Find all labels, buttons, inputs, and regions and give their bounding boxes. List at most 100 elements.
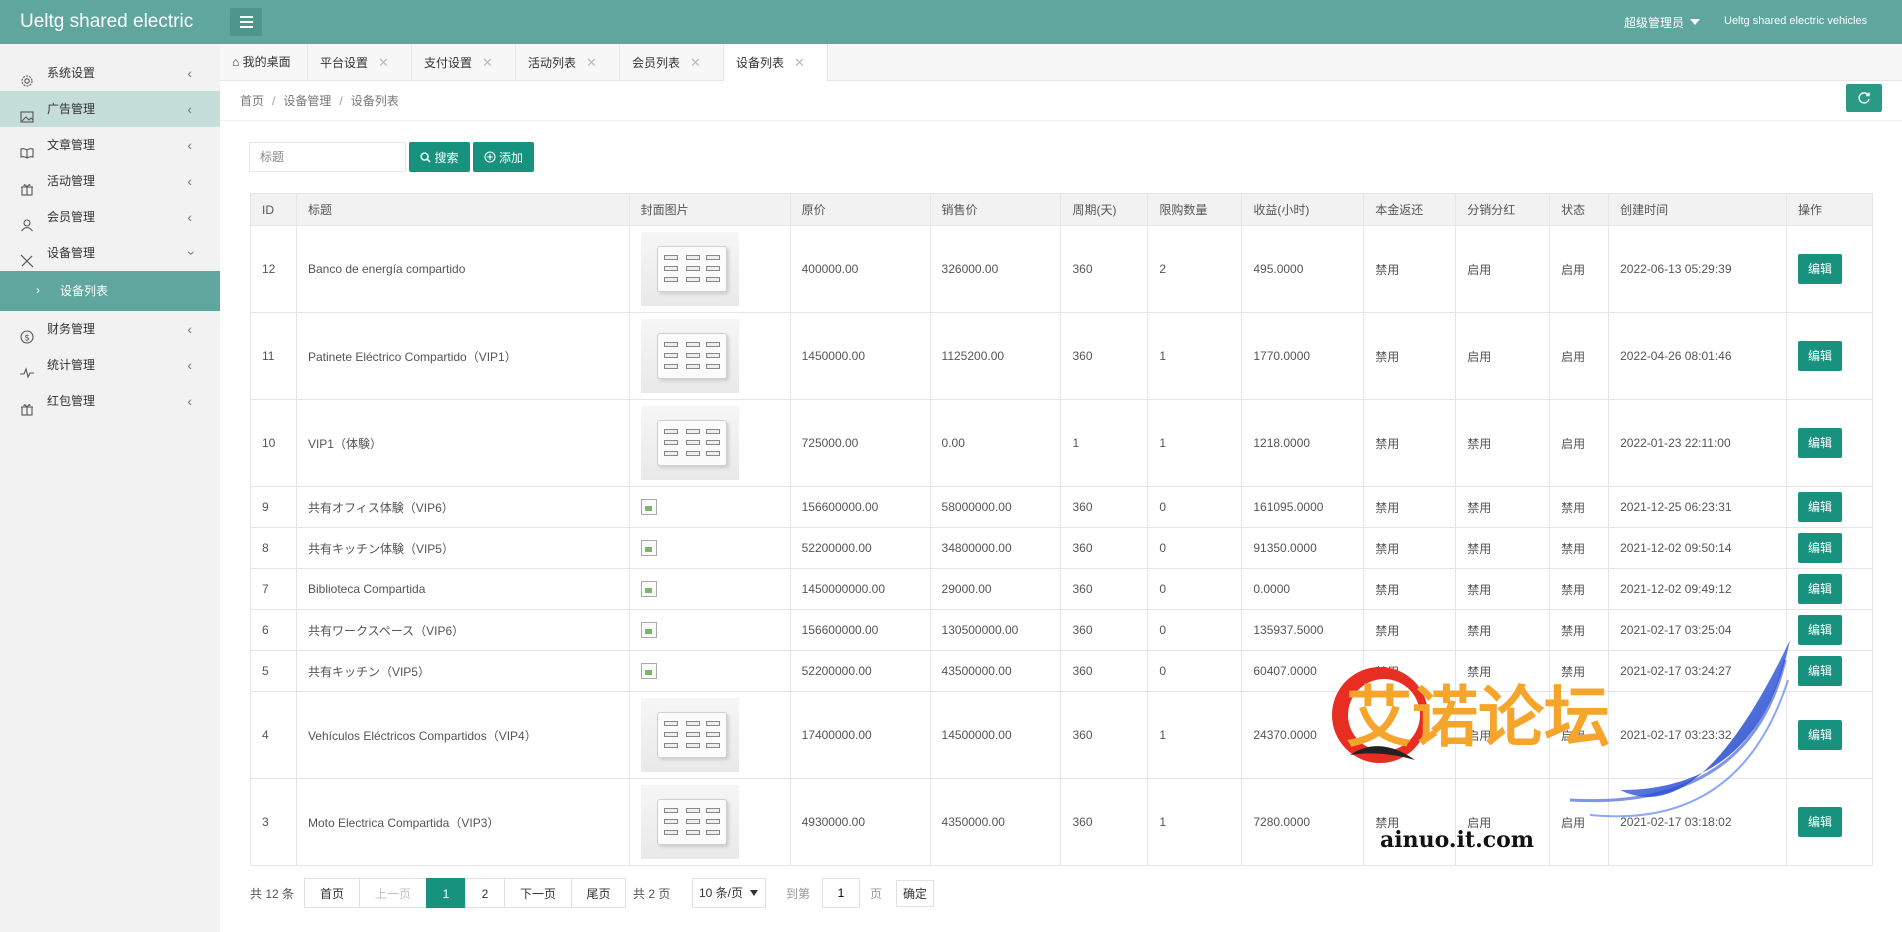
cell-limit: 0 (1147, 609, 1243, 651)
cell-sale-price: 1125200.00 (929, 312, 1062, 400)
prev-page-button[interactable]: 上一页 (359, 878, 427, 908)
column-header: 限购数量 (1147, 193, 1243, 226)
cell-actions: 编辑 (1785, 650, 1874, 692)
cell-original-price: 4930000.00 (789, 778, 931, 866)
sidebar-item-label: 文章管理 (47, 138, 96, 152)
broken-image-icon (640, 540, 657, 556)
add-button[interactable]: 添加 (473, 142, 534, 172)
cell-sale-price: 29000.00 (929, 568, 1062, 610)
column-header: 周期(天) (1060, 193, 1149, 226)
sidebar-item-finance[interactable]: $ 财务管理 ‹ (0, 311, 220, 347)
breadcrumb-section[interactable]: 设备管理 (283, 94, 331, 108)
first-page-button[interactable]: 首页 (304, 878, 360, 908)
tab-activity-list[interactable]: 活动列表 ✕ (516, 44, 620, 81)
column-header: 操作 (1785, 193, 1874, 226)
close-icon[interactable]: ✕ (794, 55, 805, 70)
edit-button[interactable]: 编辑 (1797, 254, 1842, 284)
cell-title: 共有キッチン（VIP5） (295, 650, 630, 692)
svg-text:$: $ (24, 334, 30, 344)
tab-device-list[interactable]: 设备列表 ✕ (724, 44, 828, 82)
sidebar-item-label: 财务管理 (47, 322, 96, 336)
edit-button[interactable]: 编辑 (1797, 615, 1842, 645)
cell-principal-return: 禁用 (1363, 650, 1457, 692)
cell-created-time: 2021-12-25 06:23:31 (1608, 486, 1787, 528)
cell-created-time: 2021-02-17 03:24:27 (1608, 650, 1787, 692)
cell-limit: 0 (1147, 568, 1243, 610)
sidebar-item-members[interactable]: 会员管理 ‹ (0, 199, 220, 235)
cell-income: 24370.0000 (1241, 691, 1365, 779)
tab-member-list[interactable]: 会员列表 ✕ (620, 44, 724, 81)
cell-cover-image (628, 650, 791, 692)
page-1-button[interactable]: 1 (426, 878, 466, 908)
menu-toggle-button[interactable] (230, 8, 262, 36)
cell-cover-image (628, 527, 791, 569)
sidebar-item-articles[interactable]: 文章管理 ‹ (0, 127, 220, 163)
next-page-button[interactable]: 下一页 (504, 878, 572, 908)
cell-limit: 1 (1147, 399, 1243, 487)
per-page-select[interactable]: 10 条/页 (692, 878, 766, 908)
table-row: 5 共有キッチン（VIP5） 52200000.00 43500000.00 360 0 6… (250, 650, 1874, 692)
refresh-button[interactable] (1846, 84, 1882, 112)
close-icon[interactable]: ✕ (482, 55, 493, 70)
edit-button[interactable]: 编辑 (1797, 574, 1842, 604)
breadcrumb-home[interactable]: 首页 (240, 94, 264, 108)
close-icon[interactable]: ✕ (378, 55, 389, 70)
edit-button[interactable]: 编辑 (1797, 807, 1842, 837)
column-header: 销售价 (929, 193, 1062, 226)
edit-button[interactable]: 编辑 (1797, 492, 1842, 522)
cell-principal-return: 禁用 (1363, 568, 1457, 610)
sidebar-item-ads[interactable]: 广告管理 ‹ (0, 91, 220, 127)
cell-cover-image (628, 399, 791, 487)
brand-title: Ueltg shared electric (20, 11, 194, 32)
cell-title: 共有オフィス体験（VIP6） (295, 486, 630, 528)
goto-page-input[interactable] (822, 878, 860, 908)
sidebar-item-activities[interactable]: 活动管理 ‹ (0, 163, 220, 199)
close-icon[interactable]: ✕ (586, 55, 597, 70)
cell-created-time: 2021-12-02 09:50:14 (1608, 527, 1787, 569)
cell-principal-return: 禁用 (1363, 399, 1457, 487)
edit-button[interactable]: 编辑 (1797, 533, 1842, 563)
top-bar: Ueltg shared electric 超级管理员 Ueltg shared… (0, 0, 1902, 44)
chevron-left-icon: ‹ (187, 321, 192, 337)
cell-title: 共有キッチン体験（VIP5） (295, 527, 630, 569)
tab-desktop[interactable]: ⌂ 我的桌面 (220, 44, 308, 81)
sidebar-item-device-list[interactable]: › 设备列表 (0, 271, 220, 311)
cell-distribution: 禁用 (1455, 527, 1551, 569)
cell-principal-return: 禁用 (1363, 691, 1457, 779)
cell-status: 启用 (1549, 312, 1610, 400)
sidebar-item-statistics[interactable]: 统计管理 ‹ (0, 347, 220, 383)
cell-distribution: 禁用 (1455, 568, 1551, 610)
sidebar-item-redpacket[interactable]: 红包管理 ‹ (0, 383, 220, 419)
cell-cover-image (628, 225, 791, 313)
site-name-link[interactable]: Ueltg shared electric vehicles (1724, 15, 1867, 27)
edit-button[interactable]: 编辑 (1797, 428, 1842, 458)
edit-button[interactable]: 编辑 (1797, 656, 1842, 686)
close-icon[interactable]: ✕ (690, 55, 701, 70)
breadcrumb-page: 设备列表 (350, 94, 399, 108)
total-count: 共 12 条 (250, 887, 295, 901)
cell-original-price: 52200000.00 (789, 650, 931, 692)
cell-created-time: 2021-12-02 09:49:12 (1608, 568, 1787, 610)
page-2-button[interactable]: 2 (465, 878, 505, 908)
goto-confirm-button[interactable]: 确定 (896, 880, 934, 907)
search-input[interactable] (249, 142, 406, 172)
search-button[interactable]: 搜索 (409, 142, 470, 172)
add-circle-icon (484, 151, 496, 163)
cell-income: 161095.0000 (1241, 486, 1365, 528)
cell-created-time: 2021-02-17 03:23:32 (1608, 691, 1787, 779)
cell-cycle: 360 (1060, 650, 1149, 692)
sidebar-item-devices[interactable]: 设备管理 ‹ (0, 235, 220, 271)
tab-payment-settings[interactable]: 支付设置 ✕ (412, 44, 516, 81)
cell-actions: 编辑 (1785, 778, 1874, 866)
tab-platform-settings[interactable]: 平台设置 ✕ (308, 44, 412, 81)
cell-original-price: 400000.00 (789, 225, 931, 313)
cell-sale-price: 58000000.00 (929, 486, 1062, 528)
device-thumbnail (640, 406, 739, 480)
cell-cycle: 360 (1060, 225, 1149, 313)
last-page-button[interactable]: 尾页 (571, 878, 626, 908)
edit-button[interactable]: 编辑 (1797, 720, 1842, 750)
edit-button[interactable]: 编辑 (1797, 341, 1842, 371)
cell-principal-return: 禁用 (1363, 527, 1457, 569)
admin-dropdown[interactable]: 超级管理员 (1624, 14, 1701, 31)
sidebar-item-system[interactable]: 系统设置 ‹ (0, 55, 220, 91)
